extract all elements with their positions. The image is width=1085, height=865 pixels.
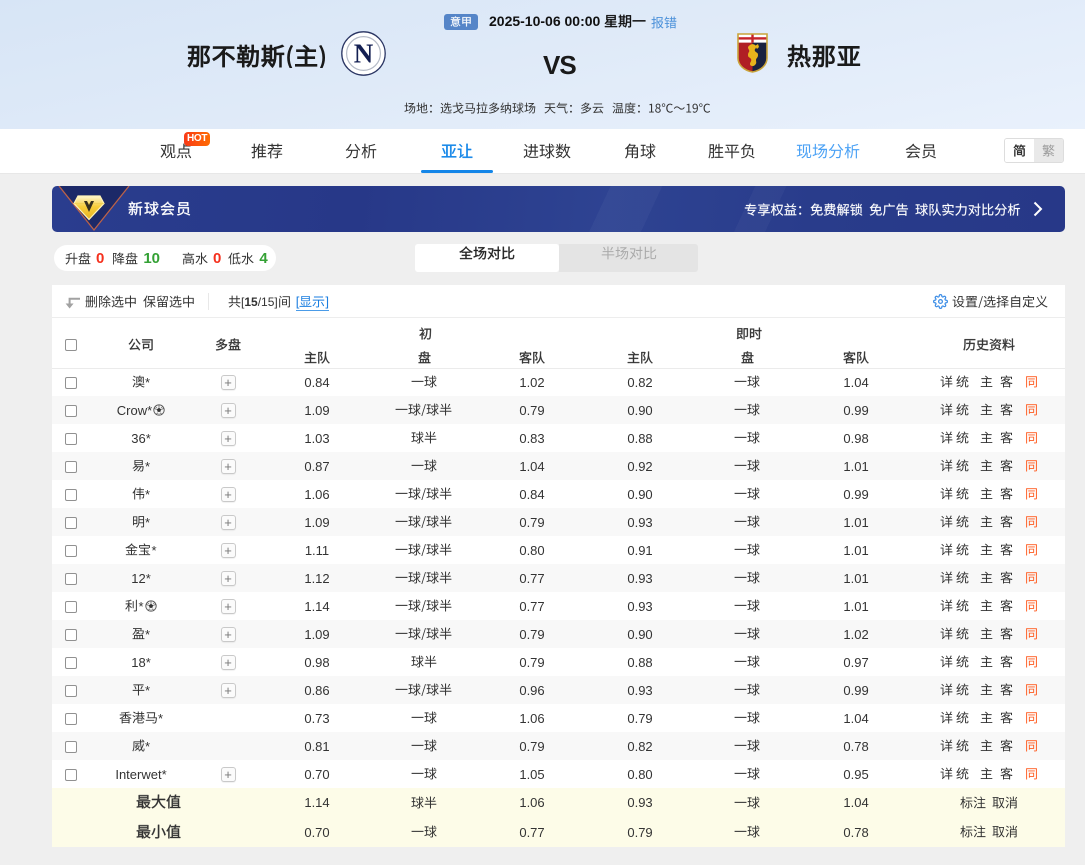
svg-text:N: N — [354, 39, 374, 69]
